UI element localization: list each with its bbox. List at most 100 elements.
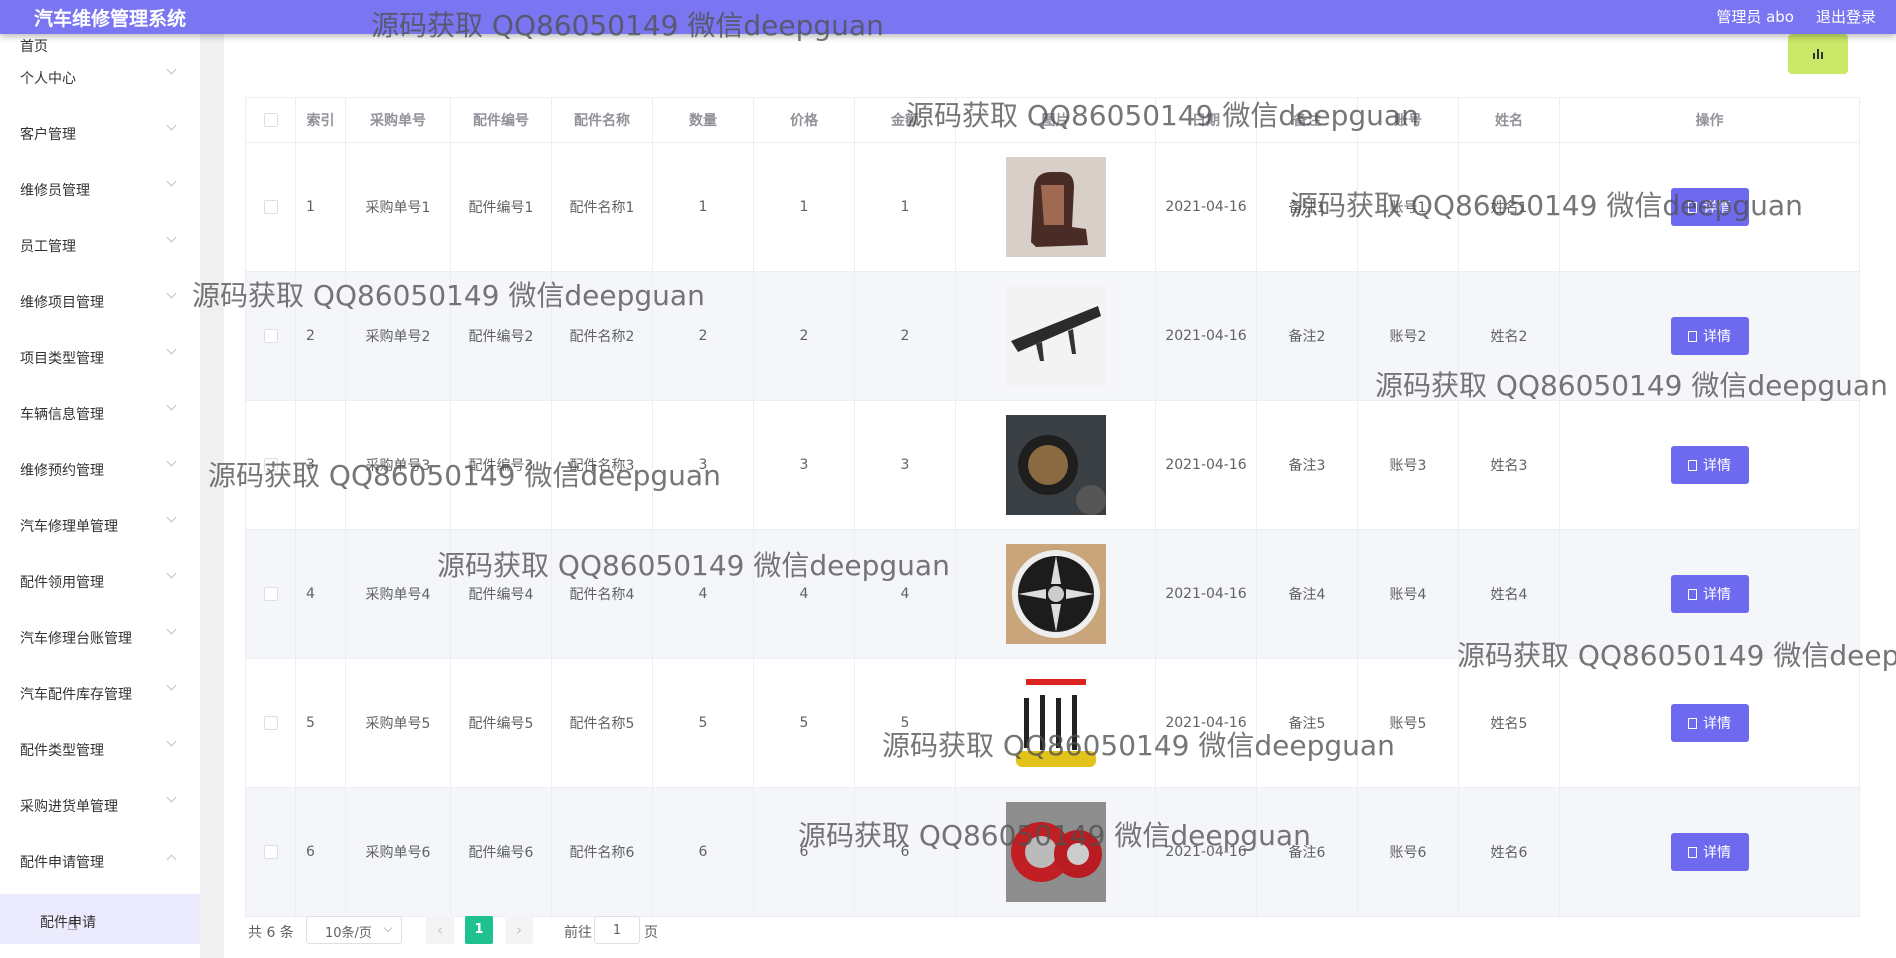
cell-part-name: 配件名称3 — [551, 400, 653, 530]
bar-chart-icon — [1813, 53, 1815, 59]
goto-page-input[interactable] — [594, 916, 640, 944]
select-all-cell — [245, 97, 296, 143]
sidebar-subitem-part-request[interactable]: 配件申请 ☝ — [0, 894, 200, 944]
cell-image — [955, 787, 1156, 917]
page-number-current[interactable]: 1 — [465, 916, 493, 944]
cell-index: 3 — [295, 400, 346, 530]
cell-date: 2021-04-16 — [1155, 529, 1257, 659]
sidebar-item-label: 配件领用管理 — [20, 575, 104, 591]
sidebar-item-personal-center[interactable]: 个人中心 — [0, 56, 200, 112]
cell-actions: 详情 — [1559, 529, 1860, 659]
sidebar-item-label: 个人中心 — [20, 71, 76, 87]
sidebar-item-appointments[interactable]: 维修预约管理 — [0, 448, 200, 504]
column-header[interactable]: 配件名称 — [551, 97, 653, 143]
sidebar-item-label: 配件类型管理 — [20, 743, 104, 759]
sidebar-item-label: 车辆信息管理 — [20, 407, 104, 423]
chevron-right-icon: › — [516, 921, 522, 939]
cell-note: 备注3 — [1256, 400, 1358, 530]
detail-label: 详情 — [1703, 200, 1731, 216]
part-image[interactable] — [1005, 673, 1106, 773]
goto-suffix: 页 — [644, 925, 658, 941]
detail-label: 详情 — [1703, 845, 1731, 861]
part-image[interactable] — [1005, 157, 1106, 257]
detail-button[interactable]: 详情 — [1670, 704, 1749, 742]
sidebar-item-home[interactable]: 首页 — [0, 34, 200, 56]
part-image[interactable] — [1005, 544, 1106, 644]
sidebar-item-item-types[interactable]: 项目类型管理 — [0, 336, 200, 392]
table-row: 3 采购单号3 配件编号3 配件名称3 3 3 3 2021-04-16 备注3… — [245, 400, 1860, 530]
chevron-down-icon — [166, 736, 177, 747]
sidebar-item-repair-items[interactable]: 维修项目管理 — [0, 280, 200, 336]
detail-button[interactable]: 详情 — [1670, 446, 1749, 484]
document-icon — [1688, 201, 1697, 213]
chevron-down-icon — [383, 923, 393, 933]
part-image[interactable] — [1005, 286, 1106, 386]
sidebar-item-part-types[interactable]: 配件类型管理 — [0, 728, 200, 784]
cell-index: 4 — [295, 529, 346, 659]
statistics-button[interactable] — [1788, 34, 1848, 74]
cell-part-name: 配件名称1 — [551, 142, 653, 272]
column-header[interactable]: 图片 — [955, 97, 1156, 143]
logout-link[interactable]: 退出登录 — [1816, 6, 1876, 27]
cell-index: 5 — [295, 658, 346, 788]
row-checkbox[interactable] — [263, 329, 278, 343]
column-header[interactable]: 备注 — [1256, 97, 1358, 143]
column-header[interactable]: 索引 — [295, 97, 346, 143]
sidebar-item-part-usage[interactable]: 配件领用管理 — [0, 560, 200, 616]
row-checkbox[interactable] — [263, 716, 278, 730]
select-all-checkbox[interactable] — [263, 113, 278, 127]
cell-account: 账号3 — [1357, 400, 1459, 530]
detail-button[interactable]: 详情 — [1670, 188, 1749, 226]
cell-image — [955, 400, 1156, 530]
sidebar-item-parts-inventory[interactable]: 汽车配件库存管理 — [0, 672, 200, 728]
column-header[interactable]: 数量 — [652, 97, 754, 143]
cell-price: 5 — [753, 658, 855, 788]
detail-button[interactable]: 详情 — [1670, 575, 1749, 613]
cell-order-no: 采购单号5 — [345, 658, 451, 788]
sidebar-item-customers[interactable]: 客户管理 — [0, 112, 200, 168]
row-checkbox[interactable] — [263, 200, 278, 214]
page-size-value: 10条/页 — [325, 926, 372, 941]
detail-button[interactable]: 详情 — [1670, 317, 1749, 355]
prev-page-button[interactable]: ‹ — [426, 916, 454, 944]
table-row: 6 采购单号6 配件编号6 配件名称6 6 6 6 2021-04-16 备注6… — [245, 787, 1860, 917]
sidebar-item-part-requests[interactable]: 配件申请管理 — [0, 840, 200, 896]
sidebar-item-purchase-orders[interactable]: 采购进货单管理 — [0, 784, 200, 840]
column-header[interactable]: 配件编号 — [450, 97, 552, 143]
column-header[interactable]: 日期 — [1155, 97, 1257, 143]
next-page-button[interactable]: › — [505, 916, 533, 944]
cell-index: 6 — [295, 787, 346, 917]
chevron-down-icon — [166, 288, 177, 299]
sidebar-item-employees[interactable]: 员工管理 — [0, 224, 200, 280]
sidebar-item-label: 客户管理 — [20, 127, 76, 143]
detail-button[interactable]: 详情 — [1670, 833, 1749, 871]
row-checkbox[interactable] — [263, 458, 278, 472]
cell-part-no: 配件编号2 — [450, 271, 552, 401]
column-header[interactable]: 金额 — [854, 97, 956, 143]
row-checkbox[interactable] — [263, 587, 278, 601]
sidebar: 首页 个人中心 客户管理 维修员管理 员工管理 维修项目管理 项目类型管理 车辆… — [0, 34, 200, 958]
part-image[interactable] — [1005, 802, 1106, 902]
row-checkbox[interactable] — [263, 845, 278, 859]
column-header[interactable]: 账号 — [1357, 97, 1459, 143]
chevron-down-icon — [166, 792, 177, 803]
sidebar-item-repair-orders[interactable]: 汽车修理单管理 — [0, 504, 200, 560]
cell-part-no: 配件编号3 — [450, 400, 552, 530]
app-title: 汽车维修管理系统 — [34, 8, 187, 30]
part-image[interactable] — [1005, 415, 1106, 515]
sidebar-item-repairmen[interactable]: 维修员管理 — [0, 168, 200, 224]
page-size-select[interactable]: 10条/页 — [306, 916, 402, 944]
column-header[interactable]: 价格 — [753, 97, 855, 143]
sidebar-item-vehicles[interactable]: 车辆信息管理 — [0, 392, 200, 448]
sidebar-item-repair-ledger[interactable]: 汽车修理台账管理 — [0, 616, 200, 672]
cell-index: 2 — [295, 271, 346, 401]
cell-qty: 6 — [652, 787, 754, 917]
bar-chart-icon — [1821, 52, 1823, 59]
cell-account: 账号4 — [1357, 529, 1459, 659]
cell-image — [955, 142, 1156, 272]
column-header[interactable]: 姓名 — [1458, 97, 1560, 143]
sidebar-item-label: 配件申请管理 — [20, 855, 104, 871]
current-user[interactable]: 管理员 abo — [1716, 6, 1794, 27]
sidebar-item-label: 项目类型管理 — [20, 351, 104, 367]
column-header[interactable]: 采购单号 — [345, 97, 451, 143]
